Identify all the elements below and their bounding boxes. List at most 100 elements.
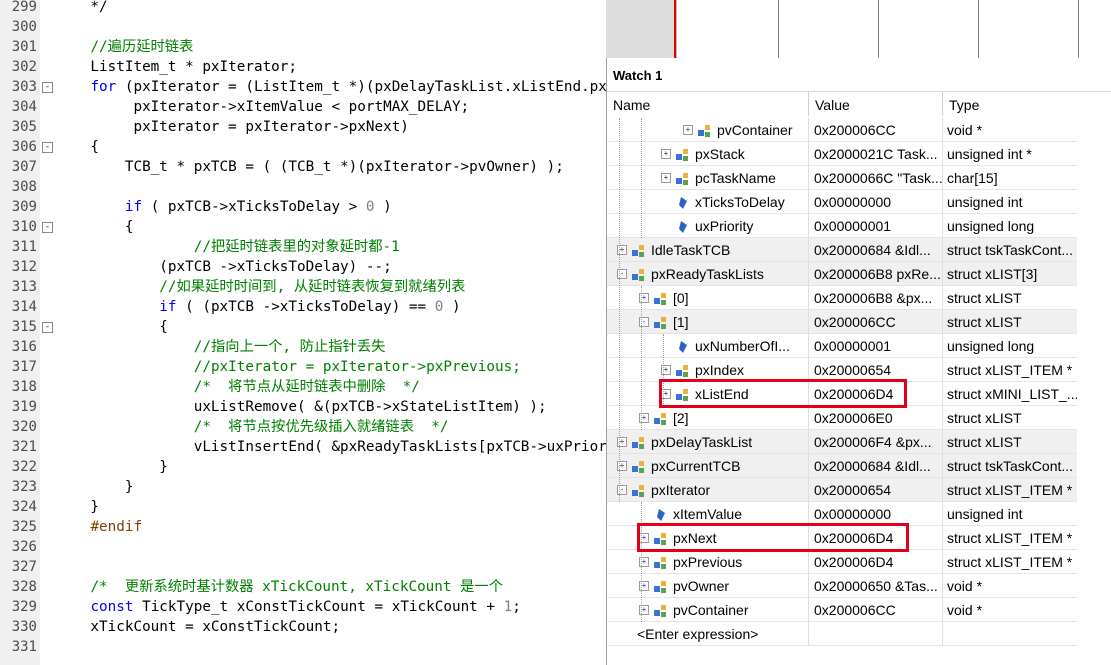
code-line[interactable]: 302 ListItem_t * pxIterator;: [0, 57, 606, 77]
watch-row[interactable]: + pxStack 0x2000021C Task... unsigned int *: [607, 142, 1077, 166]
watch-value-cell[interactable]: 0x200006E0: [809, 406, 943, 430]
code-line[interactable]: 331: [0, 637, 606, 657]
watch-row[interactable]: + [0] 0x200006B8 &px... struct xLIST: [607, 286, 1077, 310]
code-line[interactable]: 317 //pxIterator = pxIterator->pxPreviou…: [0, 357, 606, 377]
watch-name-cell[interactable]: + [0]: [607, 286, 809, 310]
code-line[interactable]: 314 if ( (pxTCB ->xTicksToDelay) == 0 ): [0, 297, 606, 317]
watch-row[interactable]: + pcTaskName 0x2000066C "Task... char[15]: [607, 166, 1077, 190]
code-line[interactable]: 313 //如果延时时间到, 从延时链表恢复到就绪列表: [0, 277, 606, 297]
watch-name-cell[interactable]: + pvOwner: [607, 574, 809, 598]
watch-value-cell[interactable]: 0x20000684 &Idl...: [809, 454, 943, 478]
code-line[interactable]: 309 if ( pxTCB->xTicksToDelay > 0 ): [0, 197, 606, 217]
watch-value-cell[interactable]: 0x2000021C Task...: [809, 142, 943, 166]
code-line[interactable]: 330 xTickCount = xConstTickCount;: [0, 617, 606, 637]
code-line[interactable]: 329 const TickType_t xConstTickCount = x…: [0, 597, 606, 617]
watch-window[interactable]: Watch 1 Name Value Type + pvContainer 0x20…: [606, 58, 1111, 665]
watch-value-cell[interactable]: 0x20000654: [809, 478, 943, 502]
code-line[interactable]: 319 uxListRemove( &(pxTCB->xStateListIte…: [0, 397, 606, 417]
watch-row[interactable]: + [2] 0x200006E0 struct xLIST: [607, 406, 1077, 430]
watch-row[interactable]: + pxIndex 0x20000654 struct xLIST_ITEM *: [607, 358, 1077, 382]
watch-row[interactable]: + pxDelayTaskList 0x200006F4 &px... struct …: [607, 430, 1077, 454]
code-line[interactable]: 299 */: [0, 0, 606, 17]
watch-name-cell[interactable]: uxPriority: [607, 214, 809, 238]
code-line[interactable]: 303- for (pxIterator = (ListItem_t *)(px…: [0, 77, 606, 97]
code-line[interactable]: 307 TCB_t * pxTCB = ( (TCB_t *)(pxIterat…: [0, 157, 606, 177]
watch-row[interactable]: - [1] 0x200006CC struct xLIST: [607, 310, 1077, 334]
watch-value-cell[interactable]: 0x00000000: [809, 502, 943, 526]
watch-value-cell[interactable]: 0x00000001: [809, 214, 943, 238]
watch-value-cell[interactable]: 0x200006B8 &px...: [809, 286, 943, 310]
watch-name-cell[interactable]: + pxPrevious: [607, 550, 809, 574]
cursor-line[interactable]: [674, 0, 676, 58]
watch-name-cell[interactable]: uxNumberOfI...: [607, 334, 809, 358]
watch-name-cell[interactable]: - pxIterator: [607, 478, 809, 502]
watch-row[interactable]: + pxPrevious 0x200006D4 struct xLIST_ITEM *: [607, 550, 1077, 574]
watch-value-cell[interactable]: 0x00000001: [809, 334, 943, 358]
watch-name-cell[interactable]: + pvContainer: [607, 598, 809, 622]
expand-icon[interactable]: +: [683, 125, 693, 135]
code-line[interactable]: 311 //把延时链表里的对象延时都-1: [0, 237, 606, 257]
watch-name-cell[interactable]: + pcTaskName: [607, 166, 809, 190]
code-line[interactable]: 304 pxIterator->xItemValue < portMAX_DEL…: [0, 97, 606, 117]
watch-name-cell[interactable]: + IdleTaskTCB: [607, 238, 809, 262]
watch-row[interactable]: + IdleTaskTCB 0x20000684 &Idl... struct tsk…: [607, 238, 1077, 262]
expand-icon[interactable]: +: [661, 173, 671, 183]
code-line[interactable]: 321 vListInsertEnd( &pxReadyTaskLists[px…: [0, 437, 606, 457]
enter-expression-input[interactable]: <Enter expression>: [607, 622, 809, 646]
watch-row[interactable]: + xListEnd 0x200006D4 struct xMINI_LIST_...: [607, 382, 1077, 406]
watch-value-cell[interactable]: 0x2000066C "Task...: [809, 166, 943, 190]
watch-row[interactable]: uxNumberOfI... 0x00000001 unsigned long: [607, 334, 1077, 358]
watch-row[interactable]: + pvContainer 0x200006CC void *: [607, 598, 1077, 622]
code-line[interactable]: 326: [0, 537, 606, 557]
watch-name-cell[interactable]: + pvContainer: [607, 118, 809, 142]
watch-name-cell[interactable]: + pxNext: [607, 526, 809, 550]
code-line[interactable]: 324 }: [0, 497, 606, 517]
watch-value-cell[interactable]: 0x200006CC: [809, 118, 943, 142]
watch-value-cell[interactable]: 0x200006D4: [809, 550, 943, 574]
watch-value-cell[interactable]: 0x200006CC: [809, 310, 943, 334]
fold-toggle-icon[interactable]: -: [42, 222, 53, 233]
watch-name-cell[interactable]: + [2]: [607, 406, 809, 430]
code-line[interactable]: 316 //指向上一个, 防止指针丢失: [0, 337, 606, 357]
code-line[interactable]: 306- {: [0, 137, 606, 157]
watch-row[interactable]: - pxReadyTaskLists 0x200006B8 pxRe... struc…: [607, 262, 1077, 286]
watch-row[interactable]: + pxCurrentTCB 0x20000684 &Idl... struct ts…: [607, 454, 1077, 478]
watch-name-cell[interactable]: + pxStack: [607, 142, 809, 166]
watch-name-cell[interactable]: xTicksToDelay: [607, 190, 809, 214]
code-editor[interactable]: 299 */300 301 //遍历延时链表 302 ListItem_t * px…: [0, 0, 606, 665]
watch-value-cell[interactable]: 0x200006D4: [809, 526, 943, 550]
watch-value-cell[interactable]: 0x20000650 &Tas...: [809, 574, 943, 598]
expand-icon[interactable]: +: [661, 149, 671, 159]
watch-row[interactable]: + pxNext 0x200006D4 struct xLIST_ITEM *: [607, 526, 1077, 550]
watch-value-cell[interactable]: 0x00000000: [809, 190, 943, 214]
column-header-name[interactable]: Name: [607, 92, 809, 116]
watch-name-cell[interactable]: + pxDelayTaskList: [607, 430, 809, 454]
fold-toggle-icon[interactable]: -: [42, 82, 53, 93]
code-line[interactable]: 325 #endif: [0, 517, 606, 537]
watch-name-cell[interactable]: - pxReadyTaskLists: [607, 262, 809, 286]
code-line[interactable]: 318 /* 将节点从延时链表中删除 */: [0, 377, 606, 397]
watch-row[interactable]: + pvContainer 0x200006CC void *: [607, 118, 1077, 142]
watch-row[interactable]: xTicksToDelay 0x00000000 unsigned int: [607, 190, 1077, 214]
code-line[interactable]: 320 /* 将节点按优先级插入就绪链表 */: [0, 417, 606, 437]
watch-value-cell[interactable]: 0x20000654: [809, 358, 943, 382]
code-line[interactable]: 301 //遍历延时链表: [0, 37, 606, 57]
watch-row[interactable]: uxPriority 0x00000001 unsigned long: [607, 214, 1077, 238]
column-header-value[interactable]: Value: [809, 92, 943, 116]
watch-row[interactable]: xItemValue 0x00000000 unsigned int: [607, 502, 1077, 526]
code-line[interactable]: 300: [0, 17, 606, 37]
watch-row[interactable]: + pvOwner 0x20000650 &Tas... void *: [607, 574, 1077, 598]
watch-value-cell[interactable]: 0x200006F4 &px...: [809, 430, 943, 454]
watch-name-cell[interactable]: + pxCurrentTCB: [607, 454, 809, 478]
fold-toggle-icon[interactable]: -: [42, 142, 53, 153]
code-line[interactable]: 305 pxIterator = pxIterator->pxNext): [0, 117, 606, 137]
code-line[interactable]: 327: [0, 557, 606, 577]
column-header-type[interactable]: Type: [943, 92, 1077, 116]
watch-value-cell[interactable]: 0x200006CC: [809, 598, 943, 622]
code-line[interactable]: 315- {: [0, 317, 606, 337]
watch-name-cell[interactable]: + pxIndex: [607, 358, 809, 382]
enter-expression-row[interactable]: <Enter expression>: [607, 622, 1077, 646]
watch-row[interactable]: - pxIterator 0x20000654 struct xLIST_ITEM *: [607, 478, 1077, 502]
code-line[interactable]: 328 /* 更新系统时基计数器 xTickCount, xTickCount …: [0, 577, 606, 597]
watch-value-cell[interactable]: 0x200006B8 pxRe...: [809, 262, 943, 286]
